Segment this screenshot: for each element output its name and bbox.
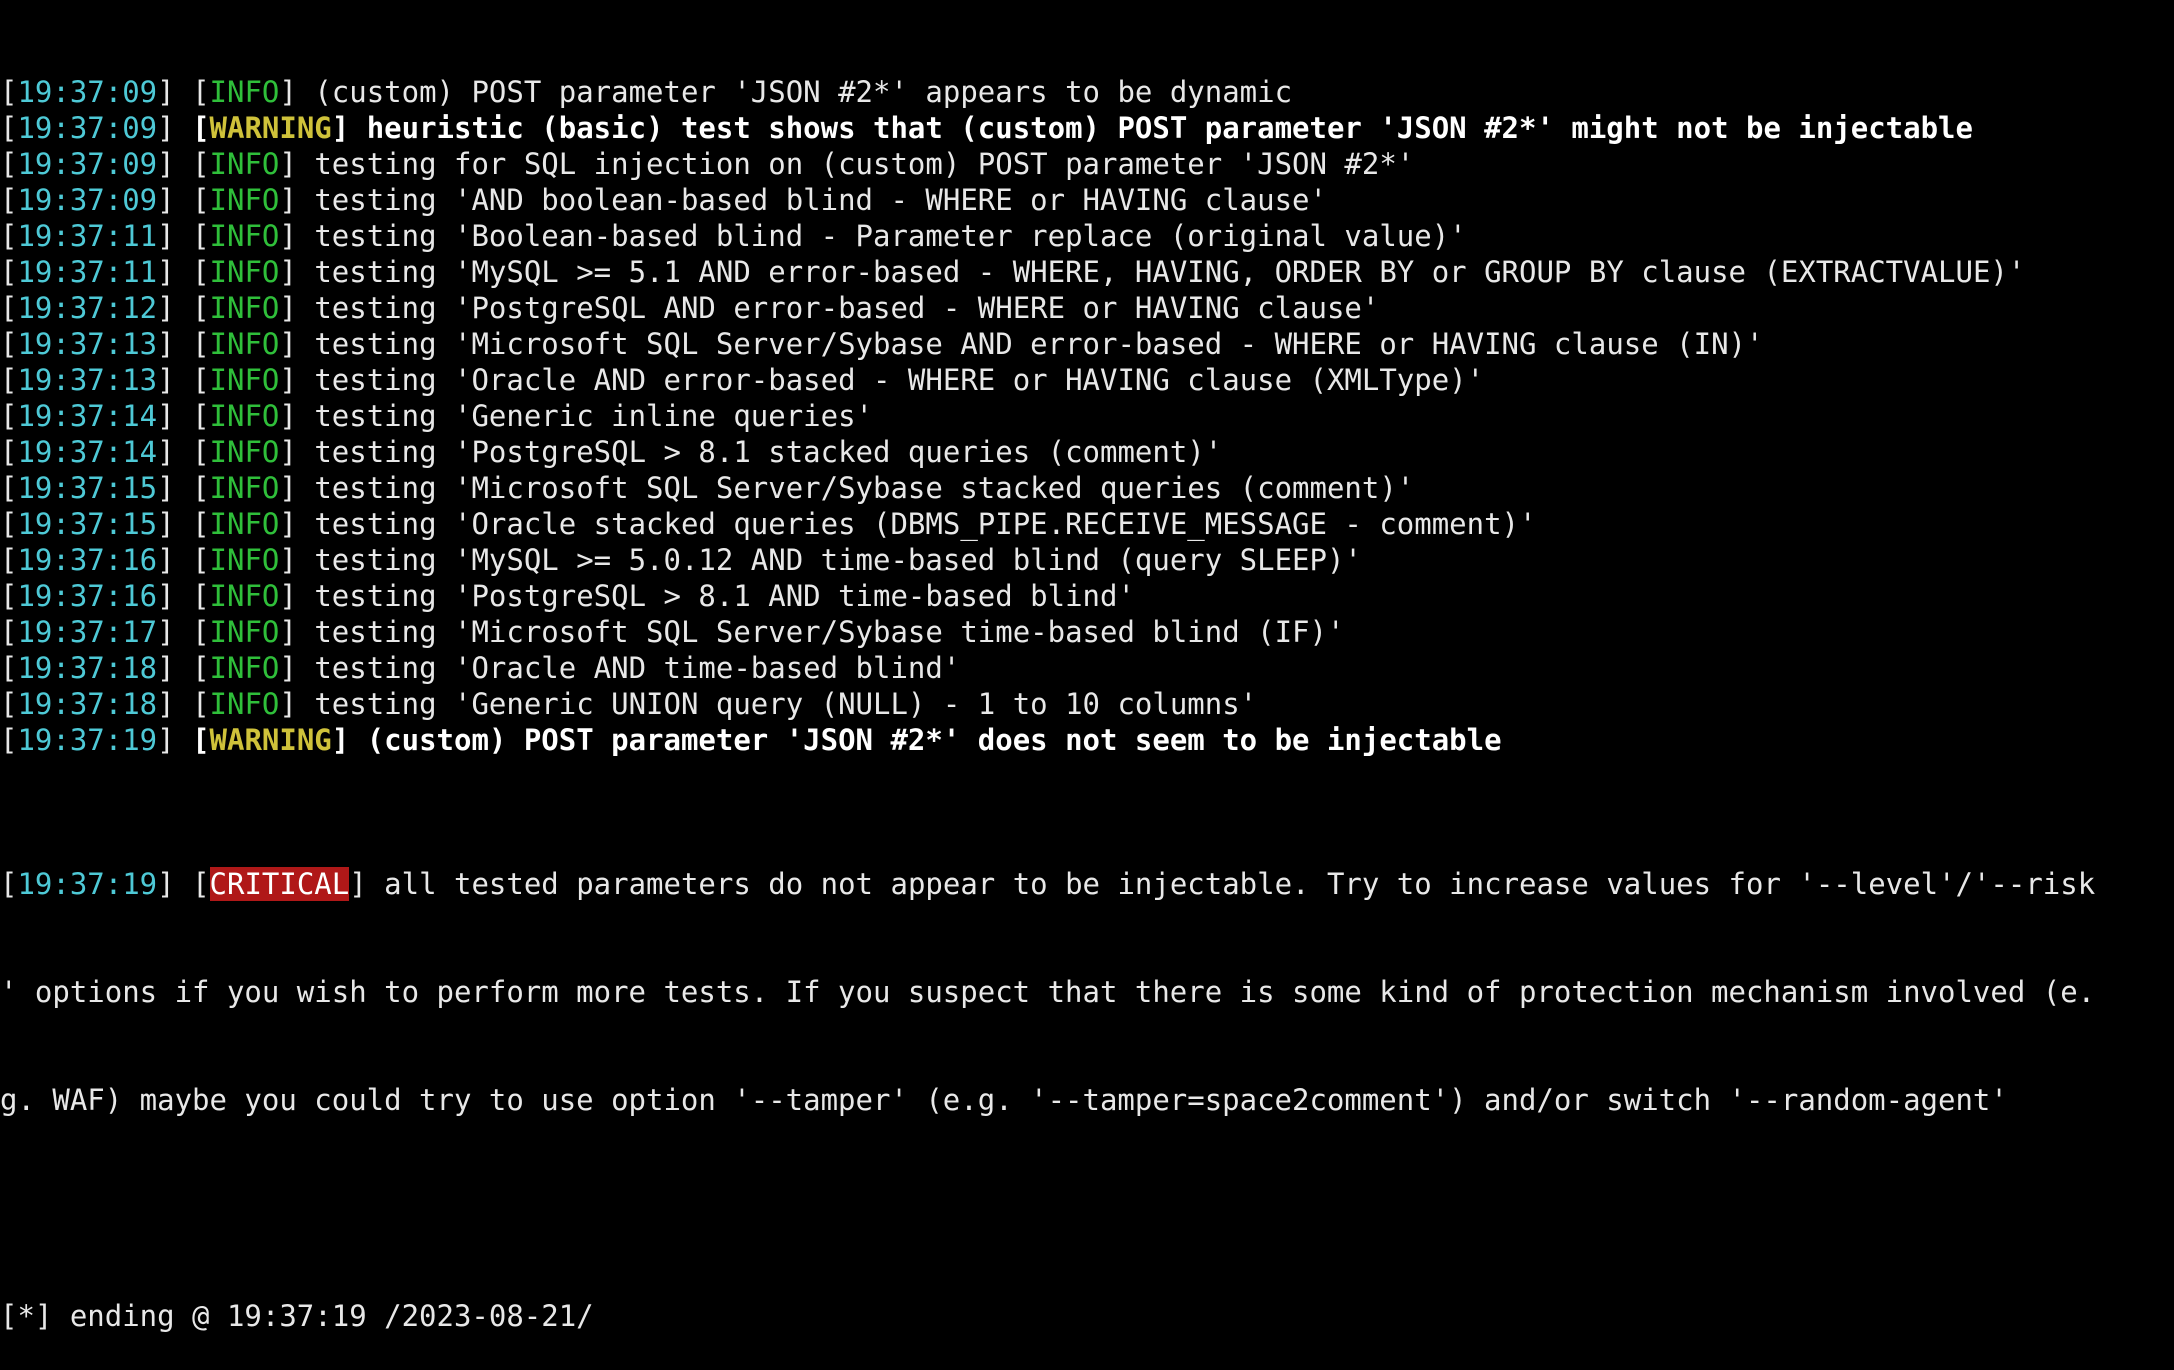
log-message: testing for SQL injection on (custom) PO…: [314, 147, 1415, 181]
level-info: INFO: [209, 219, 280, 253]
timestamp: 19:37:16: [17, 543, 158, 577]
log-line: [19:37:13] [INFO] testing 'Oracle AND er…: [0, 363, 1485, 397]
timestamp: 19:37:12: [17, 291, 158, 325]
log-line: [19:37:11] [INFO] testing 'MySQL >= 5.1 …: [0, 255, 2026, 289]
level-critical: CRITICAL: [209, 867, 350, 901]
timestamp: 19:37:19: [17, 867, 158, 901]
level-info: INFO: [209, 651, 280, 685]
level-info: INFO: [209, 147, 280, 181]
log-message: testing 'Boolean-based blind - Parameter…: [314, 219, 1467, 253]
level-info: INFO: [209, 507, 280, 541]
log-message: testing 'Oracle stacked queries (DBMS_PI…: [314, 507, 1537, 541]
timestamp: 19:37:11: [17, 255, 158, 289]
log-message: testing 'Generic UNION query (NULL) - 1 …: [314, 687, 1258, 721]
log-line: [19:37:09] [INFO] testing for SQL inject…: [0, 147, 1415, 181]
log-line: [19:37:16] [INFO] testing 'MySQL >= 5.0.…: [0, 543, 1362, 577]
level-info: INFO: [209, 687, 280, 721]
log-message: testing 'MySQL >= 5.0.12 AND time-based …: [314, 543, 1362, 577]
log-line: [19:37:19] [WARNING] (custom) POST param…: [0, 723, 1502, 757]
log-message: testing 'PostgreSQL AND error-based - WH…: [314, 291, 1380, 325]
log-line: [19:37:15] [INFO] testing 'Microsoft SQL…: [0, 471, 1415, 505]
terminal-window[interactable]: [19:37:09] [INFO] (custom) POST paramete…: [0, 0, 2174, 1333]
level-info: INFO: [209, 291, 280, 325]
log-message: (custom) POST parameter 'JSON #2*' does …: [366, 723, 1502, 757]
log-output: [19:37:09] [INFO] (custom) POST paramete…: [0, 74, 2174, 758]
log-message: testing 'Generic inline queries': [314, 399, 874, 433]
log-message: (custom) POST parameter 'JSON #2*' appea…: [314, 75, 1293, 109]
timestamp: 19:37:18: [17, 687, 158, 721]
level-info: INFO: [209, 399, 280, 433]
critical-log-line: [19:37:19] [CRITICAL] all tested paramet…: [0, 867, 2096, 901]
timestamp: 19:37:19: [17, 723, 158, 757]
log-message: testing 'AND boolean-based blind - WHERE…: [314, 183, 1327, 217]
log-line: [19:37:09] [INFO] (custom) POST paramete…: [0, 75, 1293, 109]
log-line: [19:37:13] [INFO] testing 'Microsoft SQL…: [0, 327, 1764, 361]
level-info: INFO: [209, 435, 280, 469]
log-message: testing 'MySQL >= 5.1 AND error-based - …: [314, 255, 2026, 289]
log-line: [19:37:14] [INFO] testing 'PostgreSQL > …: [0, 435, 1223, 469]
level-info: INFO: [209, 327, 280, 361]
log-message: all tested parameters do not appear to b…: [384, 867, 2096, 901]
timestamp: 19:37:18: [17, 651, 158, 685]
timestamp: 19:37:09: [17, 111, 158, 145]
log-message: testing 'Oracle AND time-based blind': [314, 651, 961, 685]
log-message: testing 'Oracle AND error-based - WHERE …: [314, 363, 1485, 397]
level-warning: WARNING: [209, 723, 332, 757]
log-line: [19:37:16] [INFO] testing 'PostgreSQL > …: [0, 579, 1135, 613]
timestamp: 19:37:14: [17, 399, 158, 433]
log-line: [19:37:09] [INFO] testing 'AND boolean-b…: [0, 183, 1327, 217]
timestamp: 19:37:15: [17, 507, 158, 541]
timestamp: 19:37:16: [17, 579, 158, 613]
level-info: INFO: [209, 183, 280, 217]
log-line: [19:37:09] [WARNING] heuristic (basic) t…: [0, 111, 1973, 145]
timestamp: 19:37:13: [17, 327, 158, 361]
timestamp: 19:37:09: [17, 75, 158, 109]
timestamp: 19:37:13: [17, 363, 158, 397]
log-message: testing 'Microsoft SQL Server/Sybase sta…: [314, 471, 1415, 505]
log-line: [19:37:11] [INFO] testing 'Boolean-based…: [0, 219, 1467, 253]
timestamp: 19:37:09: [17, 147, 158, 181]
log-line: [19:37:15] [INFO] testing 'Oracle stacke…: [0, 507, 1537, 541]
log-line: [19:37:14] [INFO] testing 'Generic inlin…: [0, 399, 874, 433]
log-line: [19:37:17] [INFO] testing 'Microsoft SQL…: [0, 615, 1345, 649]
ending-line: [*] ending @ 19:37:19 /2023-08-21/: [0, 1299, 594, 1333]
log-message: testing 'PostgreSQL > 8.1 stacked querie…: [314, 435, 1223, 469]
log-line: [19:37:18] [INFO] testing 'Oracle AND ti…: [0, 651, 961, 685]
timestamp: 19:37:09: [17, 183, 158, 217]
timestamp: 19:37:11: [17, 219, 158, 253]
level-info: INFO: [209, 615, 280, 649]
log-message: testing 'PostgreSQL > 8.1 AND time-based…: [314, 579, 1135, 613]
timestamp: 19:37:17: [17, 615, 158, 649]
level-info: INFO: [209, 75, 280, 109]
log-line: [19:37:12] [INFO] testing 'PostgreSQL AN…: [0, 291, 1380, 325]
critical-log-continuation: ' options if you wish to perform more te…: [0, 975, 2096, 1009]
log-message: testing 'Microsoft SQL Server/Sybase AND…: [314, 327, 1764, 361]
level-info: INFO: [209, 543, 280, 577]
timestamp: 19:37:14: [17, 435, 158, 469]
level-warning: WARNING: [209, 111, 332, 145]
level-info: INFO: [209, 363, 280, 397]
critical-log-continuation: g. WAF) maybe you could try to use optio…: [0, 1083, 2008, 1117]
level-info: INFO: [209, 471, 280, 505]
log-message: heuristic (basic) test shows that (custo…: [366, 111, 1973, 145]
timestamp: 19:37:15: [17, 471, 158, 505]
log-line: [19:37:18] [INFO] testing 'Generic UNION…: [0, 687, 1258, 721]
log-message: testing 'Microsoft SQL Server/Sybase tim…: [314, 615, 1345, 649]
level-info: INFO: [209, 579, 280, 613]
level-info: INFO: [209, 255, 280, 289]
